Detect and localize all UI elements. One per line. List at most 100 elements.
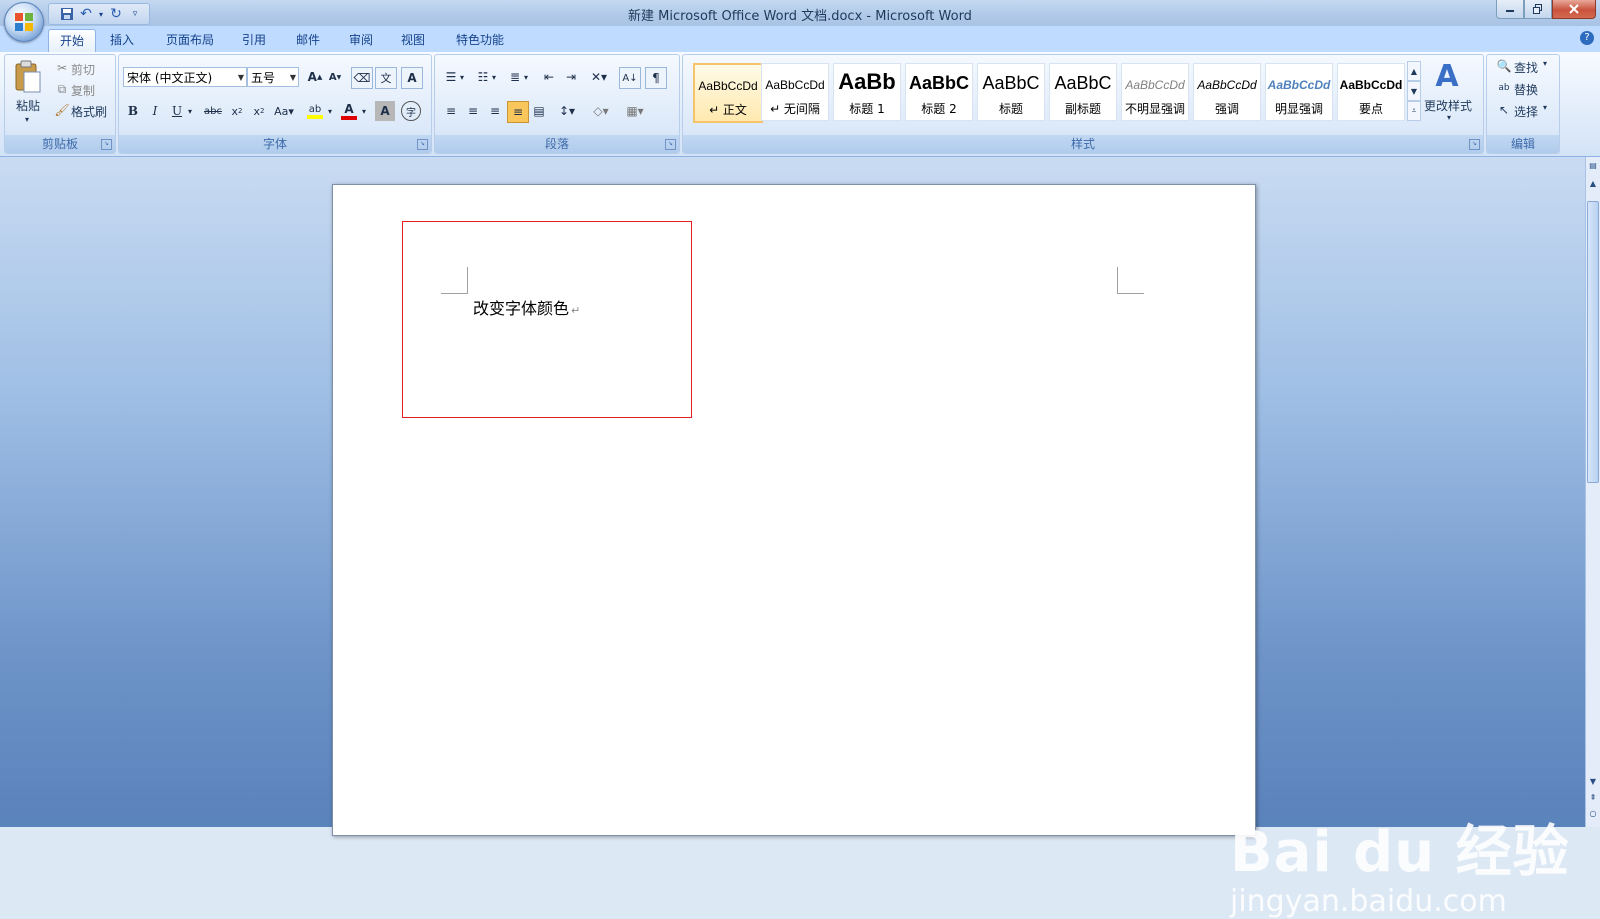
tab-insert[interactable]: 插入	[102, 29, 142, 51]
change-case-icon[interactable]: Aa▾	[271, 101, 297, 121]
document-text[interactable]: 改变字体颜色 ↵	[473, 295, 580, 319]
underline-icon[interactable]: U	[167, 101, 187, 121]
scissors-icon[interactable]: ✂	[55, 61, 69, 75]
styles-more-icon[interactable]: ⩡	[1407, 101, 1421, 121]
style-title[interactable]: AaBbC 标题	[977, 63, 1045, 121]
underline-dropdown-icon[interactable]: ▾	[185, 101, 195, 121]
highlight-icon[interactable]: ab	[305, 101, 325, 121]
show-formatting-icon[interactable]: ¶	[645, 67, 667, 89]
clipboard-launcher-icon[interactable]: ↘	[101, 139, 112, 150]
select-dropdown-icon[interactable]: ▾	[1543, 103, 1547, 112]
line-spacing-icon[interactable]: ↕▾	[553, 101, 581, 121]
tab-special-features[interactable]: 特色功能	[448, 29, 512, 51]
style-normal[interactable]: AaBbCcDd ↵ 正文	[693, 63, 763, 123]
font-color-icon[interactable]: A	[339, 101, 359, 121]
bullets-dropdown-icon[interactable]: ▾	[457, 67, 467, 87]
change-styles-label[interactable]: 更改样式	[1424, 97, 1472, 114]
font-size-combo[interactable]: 五号 ▼	[247, 67, 299, 87]
font-size-dropdown-icon[interactable]: ▼	[290, 68, 296, 88]
copy-icon[interactable]: ⧉	[55, 82, 69, 96]
style-intense-emphasis[interactable]: AaBbCcDd 明显强调	[1265, 63, 1333, 121]
paste-dropdown-icon[interactable]: ▾	[25, 115, 29, 124]
chinese-layout-icon[interactable]: ✕▾	[585, 67, 613, 87]
shrink-font-icon[interactable]: A ▼	[325, 67, 345, 87]
strikethrough-icon[interactable]: abc	[201, 101, 225, 121]
highlight-dropdown-icon[interactable]: ▾	[325, 101, 335, 121]
office-button[interactable]	[4, 2, 44, 42]
find-label[interactable]: 查找	[1514, 59, 1538, 76]
style-heading-2[interactable]: AaBbC 标题 2	[905, 63, 973, 121]
multilevel-dropdown-icon[interactable]: ▾	[521, 67, 531, 87]
tab-page-layout[interactable]: 页面布局	[160, 29, 220, 51]
font-color-dropdown-icon[interactable]: ▾	[359, 101, 369, 121]
distributed-icon[interactable]: ▤	[529, 101, 549, 121]
margin-corner-top-left	[441, 267, 468, 294]
italic-icon[interactable]: I	[145, 101, 165, 121]
format-painter-label[interactable]: 格式刷	[71, 103, 107, 120]
character-border-icon[interactable]: A	[401, 67, 423, 89]
sort-icon[interactable]: A↓	[619, 67, 641, 89]
tab-review[interactable]: 审阅	[341, 29, 381, 51]
enclosed-characters-icon[interactable]: 字	[401, 101, 421, 121]
clear-format-icon[interactable]: ⌫	[351, 67, 373, 89]
increase-indent-icon[interactable]: ⇥	[561, 67, 581, 87]
paste-label[interactable]: 粘贴	[16, 97, 40, 114]
scroll-up-icon[interactable]: ▲	[1587, 177, 1599, 190]
copy-label[interactable]: 复制	[71, 82, 95, 99]
scroll-thumb[interactable]	[1587, 201, 1599, 483]
align-center-icon[interactable]: ≡	[463, 101, 483, 121]
document-page[interactable]: 改变字体颜色 ↵	[332, 184, 1256, 836]
grow-font-icon[interactable]: A ▲	[305, 67, 325, 87]
style-subtitle[interactable]: AaBbC 副标题	[1049, 63, 1117, 121]
font-name-combo[interactable]: 宋体 (中文正文) ▼	[123, 67, 247, 87]
tab-references[interactable]: 引用	[234, 29, 274, 51]
paste-icon[interactable]	[13, 59, 43, 95]
justify-icon[interactable]: ≡	[507, 101, 529, 123]
align-left-icon[interactable]: ≡	[441, 101, 461, 121]
format-painter-icon[interactable]: 🖌	[54, 103, 69, 117]
font-name-dropdown-icon[interactable]: ▼	[238, 68, 244, 88]
decrease-indent-icon[interactable]: ⇤	[539, 67, 559, 87]
font-launcher-icon[interactable]: ↘	[417, 139, 428, 150]
bold-icon[interactable]: B	[123, 101, 143, 121]
select-cursor-icon[interactable]: ↖	[1497, 103, 1511, 117]
change-styles-icon[interactable]: A	[1427, 59, 1467, 94]
select-label[interactable]: 选择	[1514, 103, 1538, 120]
styles-scroll-up-icon[interactable]: ▲	[1407, 61, 1421, 81]
character-shading-icon[interactable]: A	[375, 101, 395, 121]
minimize-button[interactable]	[1496, 0, 1524, 19]
shading-icon[interactable]: ◇▾	[587, 101, 615, 121]
find-icon[interactable]: 🔍	[1497, 59, 1512, 73]
document-text-content[interactable]: 改变字体颜色	[473, 299, 569, 318]
style-no-spacing[interactable]: AaBbCcDd ↵ 无间隔	[761, 63, 829, 121]
phonetic-guide-icon[interactable]: 文	[375, 67, 397, 89]
replace-label[interactable]: 替换	[1514, 81, 1538, 98]
subscript-icon[interactable]: x2	[227, 101, 247, 121]
superscript-icon[interactable]: x2	[249, 101, 269, 121]
tab-home[interactable]: 开始	[48, 29, 96, 52]
numbering-dropdown-icon[interactable]: ▾	[489, 67, 499, 87]
replace-icon[interactable]: ab	[1497, 81, 1511, 95]
style-emphasis[interactable]: AaBbCcDd 强调	[1193, 63, 1261, 121]
find-dropdown-icon[interactable]: ▾	[1543, 59, 1547, 68]
style-subtle-emphasis[interactable]: AaBbCcDd 不明显强调	[1121, 63, 1189, 121]
change-styles-dropdown-icon[interactable]: ▾	[1447, 113, 1451, 122]
borders-icon[interactable]: ▦▾	[621, 101, 649, 121]
vertical-scrollbar[interactable]: ▤ ▲ ▼ ⇞ ○	[1585, 157, 1600, 827]
paragraph-launcher-icon[interactable]: ↘	[665, 139, 676, 150]
cut-label[interactable]: 剪切	[71, 61, 95, 78]
style-strong[interactable]: AaBbCcDd 要点	[1337, 63, 1405, 121]
align-right-icon[interactable]: ≡	[485, 101, 505, 121]
tab-mailings[interactable]: 邮件	[288, 29, 328, 51]
close-button[interactable]	[1552, 0, 1596, 19]
help-icon[interactable]: ?	[1580, 31, 1594, 45]
ruler-toggle-icon[interactable]: ▤	[1587, 159, 1599, 172]
restore-button[interactable]	[1524, 0, 1552, 19]
previous-page-icon[interactable]: ⇞	[1587, 791, 1599, 804]
scroll-down-icon[interactable]: ▼	[1587, 775, 1599, 788]
styles-scroll-down-icon[interactable]: ▼	[1407, 81, 1421, 101]
tab-view[interactable]: 视图	[393, 29, 433, 51]
style-heading-1[interactable]: AaBb 标题 1	[833, 63, 901, 121]
styles-launcher-icon[interactable]: ↘	[1469, 139, 1480, 150]
browse-object-icon[interactable]: ○	[1587, 807, 1599, 820]
